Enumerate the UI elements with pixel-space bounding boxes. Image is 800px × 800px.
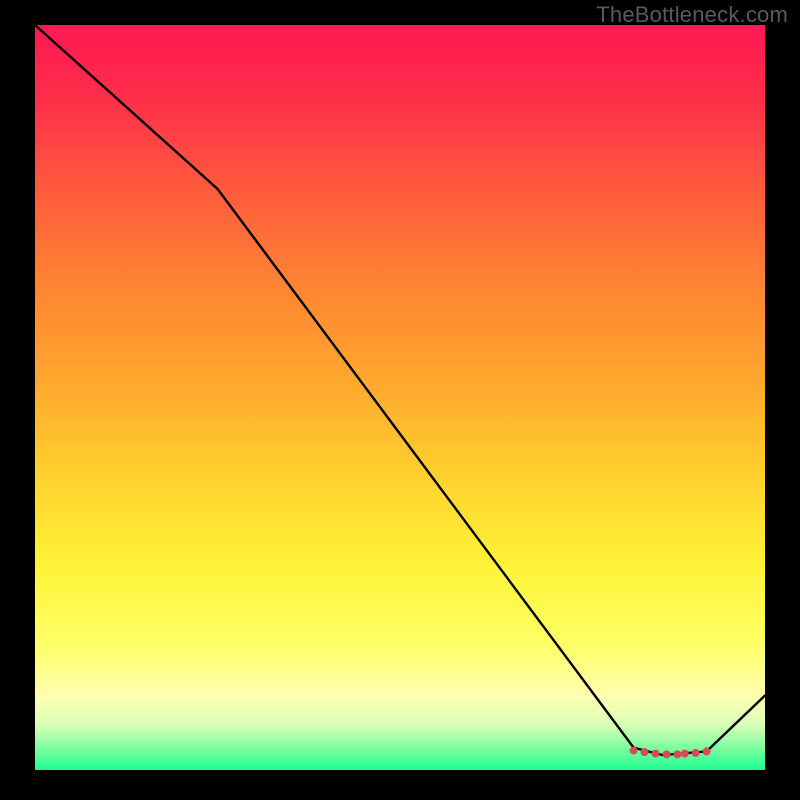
marker-point xyxy=(681,750,689,758)
marker-point xyxy=(673,750,681,758)
chart-svg xyxy=(35,25,765,770)
chart-container: TheBottleneck.com xyxy=(0,0,800,800)
watermark-text: TheBottleneck.com xyxy=(596,2,788,28)
marker-point xyxy=(652,750,660,758)
marker-point xyxy=(663,750,671,758)
marker-point xyxy=(630,747,638,755)
curve-line xyxy=(35,25,765,755)
marker-point xyxy=(641,748,649,756)
marker-point xyxy=(703,747,711,755)
marker-point xyxy=(692,749,700,757)
markers-group xyxy=(630,747,711,759)
